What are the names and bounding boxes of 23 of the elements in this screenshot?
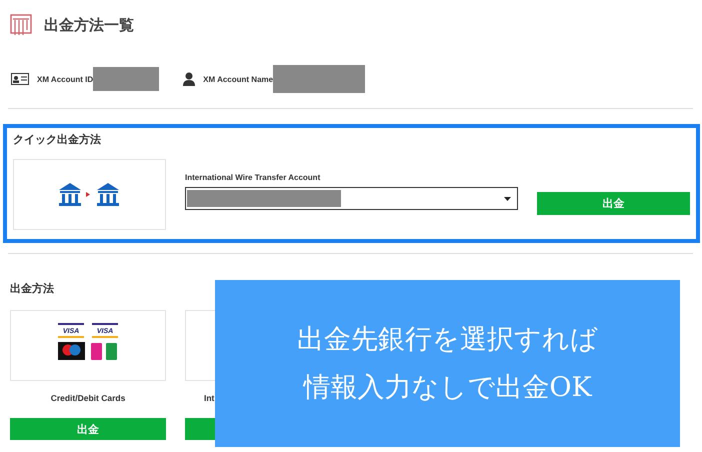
redaction-bar [93, 67, 160, 91]
withdraw-button[interactable]: 出金 [537, 192, 690, 215]
dropdown-caret-icon [504, 196, 512, 200]
withdraw-button[interactable]: 出金 [10, 418, 166, 440]
ledger-icon [10, 14, 32, 36]
card-logo-icon [91, 342, 102, 360]
caption-line: 出金先銀行を選択すれば [297, 322, 598, 356]
id-card-icon [11, 73, 29, 85]
section-title: クイック出金方法 [13, 132, 102, 148]
circles-card-logo-icon [58, 342, 85, 360]
page-title: 出金方法一覧 [44, 16, 134, 34]
card-logo-icon [106, 342, 117, 360]
account-id-label: XM Account ID [37, 74, 94, 84]
caption-line: 情報入力なしで出金OK [303, 370, 592, 404]
person-icon [183, 72, 196, 86]
bank-transfer-icon [58, 182, 120, 207]
account-select[interactable] [185, 187, 518, 210]
account-name-label: XM Account Name [203, 74, 274, 84]
field-label: International Wire Transfer Account [185, 173, 322, 184]
section-title: 出金方法 [10, 281, 55, 297]
method-label: Credit/Debit Cards [50, 393, 126, 405]
method-card[interactable] [13, 159, 166, 230]
method-label: Int [203, 393, 215, 405]
